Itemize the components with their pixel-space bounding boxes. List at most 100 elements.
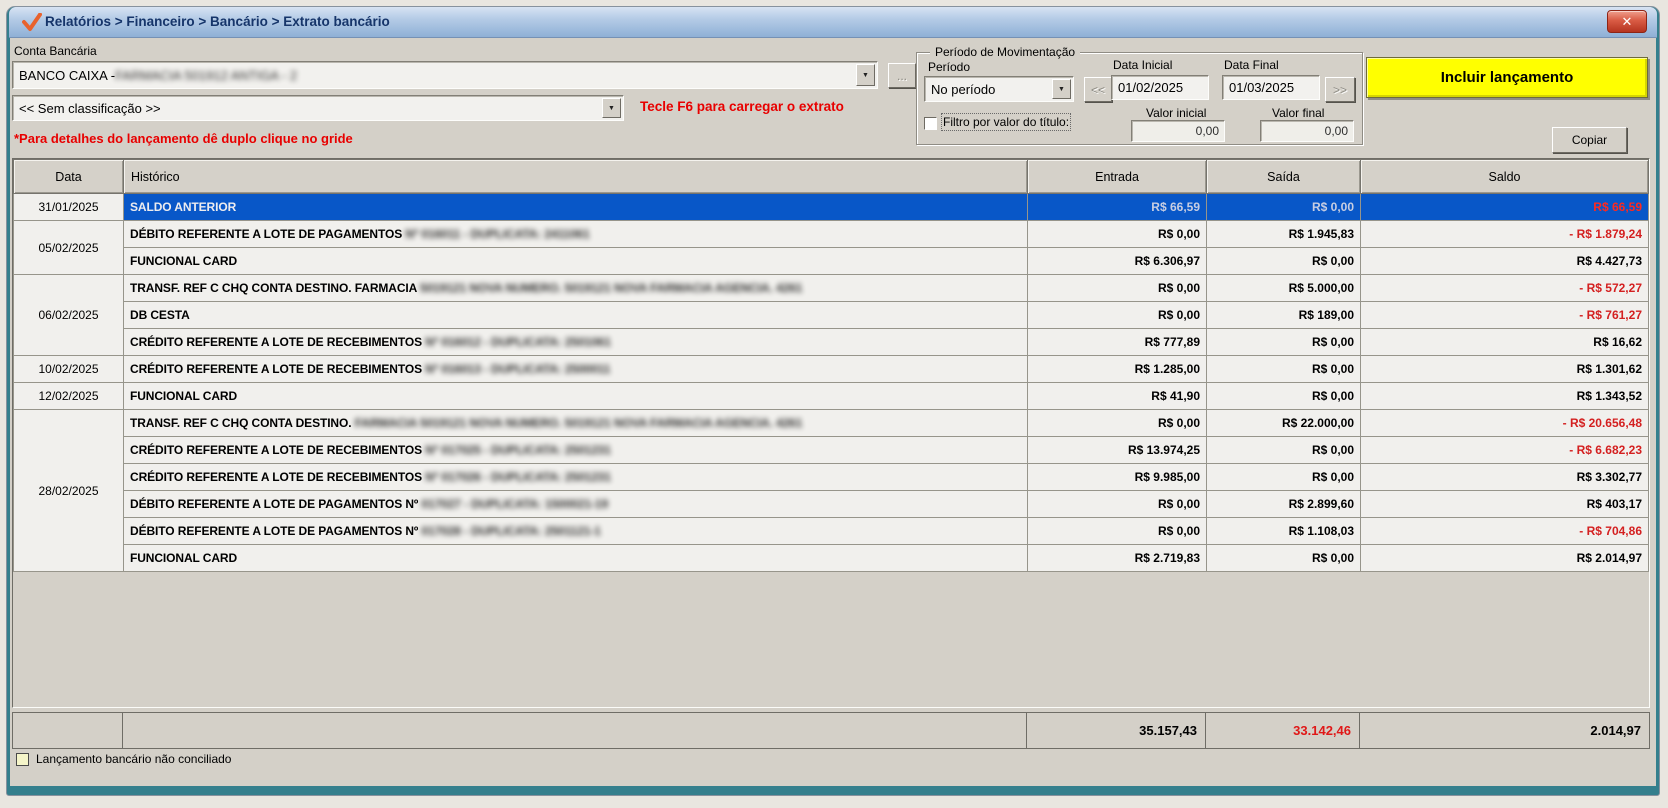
grid-row[interactable]: 10/02/2025CRÉDITO REFERENTE A LOTE DE RE… bbox=[14, 356, 1649, 383]
cell-date[interactable]: 12/02/2025 bbox=[14, 383, 124, 410]
grid-row[interactable]: FUNCIONAL CARDR$ 6.306,97R$ 0,00R$ 4.427… bbox=[14, 248, 1649, 275]
cell-saida[interactable]: R$ 0,00 bbox=[1207, 248, 1361, 275]
classification-combobox[interactable]: << Sem classificação >> ▼ bbox=[12, 95, 624, 121]
account-label: Conta Bancária bbox=[14, 44, 97, 58]
cell-saida[interactable]: R$ 0,00 bbox=[1207, 383, 1361, 410]
titlebar: Relatórios > Financeiro > Bancário > Ext… bbox=[9, 7, 1657, 38]
cell-saida[interactable]: R$ 0,00 bbox=[1207, 356, 1361, 383]
cell-entrada[interactable]: R$ 1.285,00 bbox=[1028, 356, 1207, 383]
grid-row[interactable]: CRÉDITO REFERENTE A LOTE DE RECEBIMENTOS… bbox=[14, 329, 1649, 356]
cell-entrada[interactable]: R$ 0,00 bbox=[1028, 491, 1207, 518]
cell-historico[interactable]: FUNCIONAL CARD bbox=[124, 383, 1028, 410]
cell-historico[interactable]: TRANSF. REF C CHQ CONTA DESTINO. FARMACI… bbox=[124, 410, 1028, 437]
app-logo-check-icon bbox=[22, 13, 42, 32]
cell-saldo[interactable]: R$ 1.301,62 bbox=[1361, 356, 1649, 383]
grid-row[interactable]: CRÉDITO REFERENTE A LOTE DE RECEBIMENTOS… bbox=[14, 437, 1649, 464]
account-combobox[interactable]: BANCO CAIXA - FARMACIA 501912 ANTIGA - 2… bbox=[12, 61, 878, 89]
cell-date[interactable]: 06/02/2025 bbox=[14, 275, 124, 356]
cell-entrada[interactable]: R$ 66,59 bbox=[1028, 194, 1207, 221]
next-period-button[interactable]: >> bbox=[1325, 77, 1355, 102]
unreconciled-legend-swatch bbox=[16, 753, 29, 766]
grid-row[interactable]: DÉBITO REFERENTE A LOTE DE PAGAMENTOS Nº… bbox=[14, 491, 1649, 518]
cell-saldo[interactable]: - R$ 20.656,48 bbox=[1361, 410, 1649, 437]
cell-historico[interactable]: SALDO ANTERIOR bbox=[124, 194, 1028, 221]
cell-saida[interactable]: R$ 5.000,00 bbox=[1207, 275, 1361, 302]
filter-by-value-checkbox[interactable] bbox=[924, 117, 937, 130]
cell-saldo[interactable]: R$ 2.014,97 bbox=[1361, 545, 1649, 572]
cell-saida[interactable]: R$ 0,00 bbox=[1207, 437, 1361, 464]
cell-historico[interactable]: CRÉDITO REFERENTE A LOTE DE RECEBIMENTOS… bbox=[124, 329, 1028, 356]
close-icon[interactable]: ✕ bbox=[1607, 10, 1647, 33]
cell-historico[interactable]: DB CESTA bbox=[124, 302, 1028, 329]
cell-entrada[interactable]: R$ 0,00 bbox=[1028, 518, 1207, 545]
cell-saida[interactable]: R$ 189,00 bbox=[1207, 302, 1361, 329]
cell-saldo[interactable]: - R$ 1.879,24 bbox=[1361, 221, 1649, 248]
cell-saida[interactable]: R$ 2.899,60 bbox=[1207, 491, 1361, 518]
cell-entrada[interactable]: R$ 0,00 bbox=[1028, 221, 1207, 248]
grid-row[interactable]: 28/02/2025TRANSF. REF C CHQ CONTA DESTIN… bbox=[14, 410, 1649, 437]
cell-entrada[interactable]: R$ 0,00 bbox=[1028, 410, 1207, 437]
grid-row[interactable]: DÉBITO REFERENTE A LOTE DE PAGAMENTOS Nº… bbox=[14, 518, 1649, 545]
grid-row[interactable]: CRÉDITO REFERENTE A LOTE DE RECEBIMENTOS… bbox=[14, 464, 1649, 491]
chevron-down-icon[interactable]: ▼ bbox=[602, 98, 621, 118]
cell-entrada[interactable]: R$ 0,00 bbox=[1028, 275, 1207, 302]
cell-date[interactable]: 31/01/2025 bbox=[14, 194, 124, 221]
cell-historico[interactable]: TRANSF. REF C CHQ CONTA DESTINO. FARMACI… bbox=[124, 275, 1028, 302]
cell-saida[interactable]: R$ 1.945,83 bbox=[1207, 221, 1361, 248]
add-entry-button[interactable]: Incluir lançamento bbox=[1366, 57, 1648, 98]
grid-row[interactable]: FUNCIONAL CARDR$ 2.719,83R$ 0,00R$ 2.014… bbox=[14, 545, 1649, 572]
cell-entrada[interactable]: R$ 2.719,83 bbox=[1028, 545, 1207, 572]
cell-saldo[interactable]: R$ 1.343,52 bbox=[1361, 383, 1649, 410]
cell-saldo[interactable]: R$ 16,62 bbox=[1361, 329, 1649, 356]
cell-saida[interactable]: R$ 0,00 bbox=[1207, 464, 1361, 491]
cell-saldo[interactable]: - R$ 6.682,23 bbox=[1361, 437, 1649, 464]
start-date-input[interactable]: 01/02/2025 bbox=[1111, 75, 1209, 100]
value-end-input[interactable]: 0,00 bbox=[1260, 120, 1354, 142]
cell-historico[interactable]: CRÉDITO REFERENTE A LOTE DE RECEBIMENTOS… bbox=[124, 437, 1028, 464]
previous-period-button[interactable]: << bbox=[1084, 77, 1112, 102]
cell-historico[interactable]: CRÉDITO REFERENTE A LOTE DE RECEBIMENTOS… bbox=[124, 464, 1028, 491]
cell-historico[interactable]: DÉBITO REFERENTE A LOTE DE PAGAMENTOS Nº… bbox=[124, 491, 1028, 518]
cell-entrada[interactable]: R$ 13.974,25 bbox=[1028, 437, 1207, 464]
cell-entrada[interactable]: R$ 9.985,00 bbox=[1028, 464, 1207, 491]
cell-saida[interactable]: R$ 22.000,00 bbox=[1207, 410, 1361, 437]
grid-row[interactable]: 06/02/2025TRANSF. REF C CHQ CONTA DESTIN… bbox=[14, 275, 1649, 302]
cell-entrada[interactable]: R$ 6.306,97 bbox=[1028, 248, 1207, 275]
cell-saida[interactable]: R$ 0,00 bbox=[1207, 194, 1361, 221]
cell-saldo[interactable]: - R$ 761,27 bbox=[1361, 302, 1649, 329]
grid-row[interactable]: DB CESTAR$ 0,00R$ 189,00- R$ 761,27 bbox=[14, 302, 1649, 329]
cell-historico[interactable]: FUNCIONAL CARD bbox=[124, 248, 1028, 275]
period-combobox[interactable]: No período ▼ bbox=[924, 76, 1074, 102]
cell-saldo[interactable]: R$ 403,17 bbox=[1361, 491, 1649, 518]
chevron-down-icon[interactable]: ▼ bbox=[1052, 79, 1071, 99]
value-start-input[interactable]: 0,00 bbox=[1131, 120, 1225, 142]
totals-date-cell bbox=[13, 713, 123, 748]
cell-date[interactable]: 05/02/2025 bbox=[14, 221, 124, 275]
cell-saida[interactable]: R$ 0,00 bbox=[1207, 329, 1361, 356]
cell-entrada[interactable]: R$ 0,00 bbox=[1028, 302, 1207, 329]
cell-historico[interactable]: CRÉDITO REFERENTE A LOTE DE RECEBIMENTOS… bbox=[124, 356, 1028, 383]
filter-by-value-label[interactable]: Filtro por valor do título: bbox=[943, 115, 1069, 129]
grid-row[interactable]: 05/02/2025DÉBITO REFERENTE A LOTE DE PAG… bbox=[14, 221, 1649, 248]
cell-saldo[interactable]: R$ 4.427,73 bbox=[1361, 248, 1649, 275]
cell-historico[interactable]: FUNCIONAL CARD bbox=[124, 545, 1028, 572]
end-date-input[interactable]: 01/03/2025 bbox=[1222, 75, 1320, 100]
grid-row[interactable]: 31/01/2025SALDO ANTERIORR$ 66,59R$ 0,00R… bbox=[14, 194, 1649, 221]
cell-historico[interactable]: DÉBITO REFERENTE A LOTE DE PAGAMENTOS Nº… bbox=[124, 221, 1028, 248]
cell-saldo[interactable]: - R$ 572,27 bbox=[1361, 275, 1649, 302]
cell-entrada[interactable]: R$ 41,90 bbox=[1028, 383, 1207, 410]
cell-entrada[interactable]: R$ 777,89 bbox=[1028, 329, 1207, 356]
chevron-down-icon[interactable]: ▼ bbox=[856, 64, 875, 86]
cell-date[interactable]: 28/02/2025 bbox=[14, 410, 124, 572]
cell-saldo[interactable]: R$ 3.302,77 bbox=[1361, 464, 1649, 491]
copy-button[interactable]: Copiar bbox=[1552, 127, 1627, 153]
account-browse-button[interactable]: ... bbox=[888, 63, 916, 88]
cell-saldo[interactable]: R$ 66,59 bbox=[1361, 194, 1649, 221]
start-date-label: Data Inicial bbox=[1113, 58, 1172, 72]
cell-saida[interactable]: R$ 1.108,03 bbox=[1207, 518, 1361, 545]
cell-historico[interactable]: DÉBITO REFERENTE A LOTE DE PAGAMENTOS Nº… bbox=[124, 518, 1028, 545]
cell-date[interactable]: 10/02/2025 bbox=[14, 356, 124, 383]
cell-saldo[interactable]: - R$ 704,86 bbox=[1361, 518, 1649, 545]
grid-row[interactable]: 12/02/2025FUNCIONAL CARDR$ 41,90R$ 0,00R… bbox=[14, 383, 1649, 410]
cell-saida[interactable]: R$ 0,00 bbox=[1207, 545, 1361, 572]
